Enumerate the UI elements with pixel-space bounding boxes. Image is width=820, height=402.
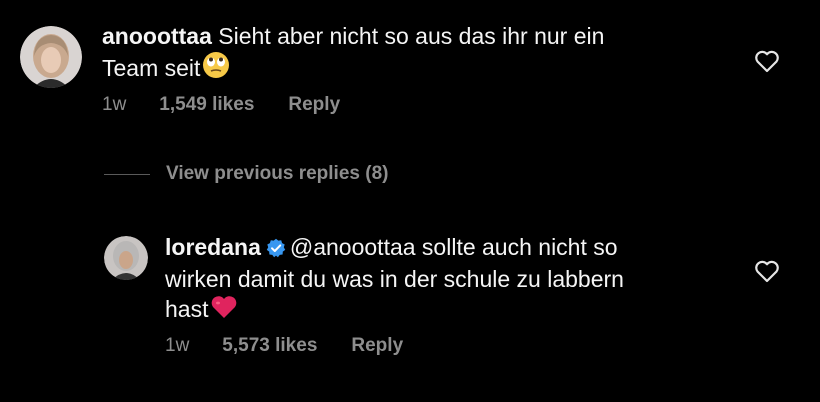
comment-text-line2: Team seit (102, 55, 201, 81)
reply-text-line3: hast (165, 296, 209, 322)
reply-reply-button[interactable]: Reply (351, 335, 403, 357)
reply-username[interactable]: loredana (165, 234, 261, 260)
eye-roll-emoji (202, 51, 230, 86)
verified-badge-icon (266, 236, 286, 265)
reply-time: 1w (165, 335, 190, 356)
red-heart-emoji (210, 294, 238, 327)
comment-text-line1: Sieht aber nicht so aus das ihr nur ein (218, 23, 605, 49)
comment-time: 1w (102, 94, 127, 115)
reply-likes[interactable]: 5,573 likes (222, 335, 317, 357)
view-previous-replies-button[interactable]: View previous replies (8) (104, 163, 388, 185)
reply-like-heart-icon[interactable] (754, 259, 780, 288)
avatar-loredana[interactable] (104, 236, 148, 280)
comment-body: anooottaa Sieht aber nicht so aus das ih… (102, 22, 722, 86)
reply-text-line2: wirken damit du was in der schule zu lab… (165, 266, 624, 292)
avatar-anooottaa[interactable] (20, 26, 82, 88)
replies-divider (104, 173, 150, 175)
reply-body: loredana @anooottaa sollte auch nicht so… (165, 233, 725, 327)
comment-reply-button[interactable]: Reply (288, 94, 340, 116)
like-heart-icon[interactable] (754, 49, 780, 78)
reply-mention[interactable]: @anooottaa (290, 234, 416, 260)
comment-likes[interactable]: 1,549 likes (159, 94, 254, 116)
comment-username[interactable]: anooottaa (102, 23, 212, 49)
view-previous-replies-label: View previous replies (8) (166, 163, 389, 184)
comment-meta: 1w 1,549 likes Reply (102, 94, 340, 116)
reply-meta: 1w 5,573 likes Reply (165, 335, 403, 357)
reply-text-line1: sollte auch nicht so (415, 234, 618, 260)
